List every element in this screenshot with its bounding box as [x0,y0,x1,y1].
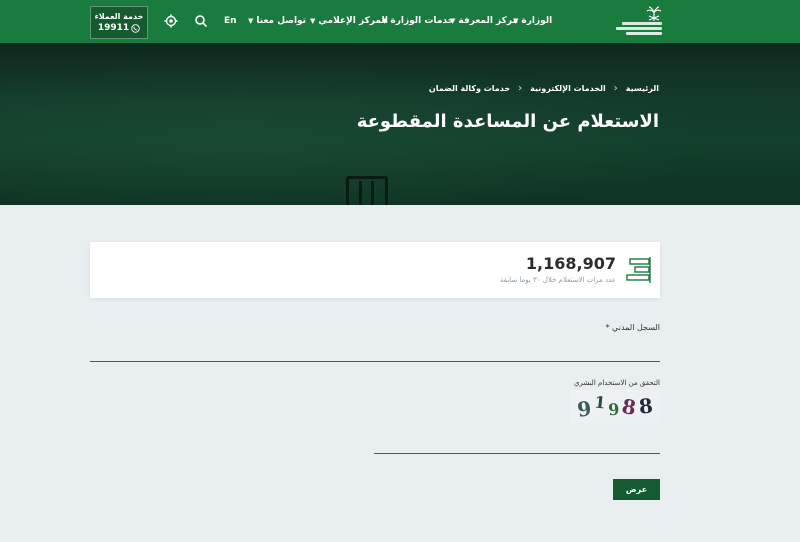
breadcrumb: الرئيسية ‹ الخدمات الإلكترونية ‹ خدمات و… [429,83,659,94]
palm-swords-logo [646,6,662,21]
customer-service-button[interactable]: خدمة العملاء 19911 [90,6,148,39]
submit-button[interactable]: عرض [613,479,660,500]
captcha-label: التحقق من الاستخدام البشري [573,379,660,387]
chevron-down-icon: ▼ [248,17,254,25]
chevron-left-icon: ‹ [613,83,618,94]
language-toggle[interactable]: En [224,16,237,26]
stats-card: 1,168,907 عدد مرات الاستعلام خلال ٣٠ يوم… [90,242,660,298]
breadcrumb-eservices[interactable]: الخدمات الإلكترونية [530,84,606,93]
breadcrumb-home[interactable]: الرئيسية [626,84,659,93]
breadcrumb-current: خدمات وكالة الضمان [428,84,511,93]
captcha-image: 9 1 9 8 8 [570,390,660,423]
hero-banner: الرئيسية ‹ الخدمات الإلكترونية ‹ خدمات و… [0,43,800,205]
chevron-down-icon: ▼ [310,17,316,25]
top-navigation-bar: ▼ الوزارة ▼ مركز المعرفة ▼ خدمات الوزارة… [0,0,800,43]
nav-contact-us[interactable]: ▼ تواصل معنا [248,16,306,26]
bar-chart-icon [626,257,651,283]
captcha-input[interactable] [374,430,660,454]
nav-knowledge-center[interactable]: ▼ مركز المعرفة [450,16,518,26]
page-title: الاستعلام عن المساعدة المقطوعة [356,111,659,132]
chevron-left-icon: ‹ [518,83,523,94]
civil-record-input[interactable] [90,338,660,362]
inquiry-count-label: عدد مرات الاستعلام خلال ٣٠ يوما سابقة [499,276,616,284]
nav-ministry[interactable]: ▼ الوزارة [513,16,552,26]
inquiry-count: 1,168,907 [525,254,616,273]
search-icon[interactable] [194,14,208,28]
nav-ministry-services[interactable]: ▼ خدمات الوزارة [382,16,454,26]
ministry-logo[interactable] [612,6,664,40]
nav-media-center[interactable]: ▼ المركز الإعلامي [310,16,388,26]
civil-record-label: السجل المدني * [605,323,660,332]
chair-silhouette [346,176,388,205]
settings-icon[interactable] [164,14,178,28]
phone-icon [131,23,140,33]
